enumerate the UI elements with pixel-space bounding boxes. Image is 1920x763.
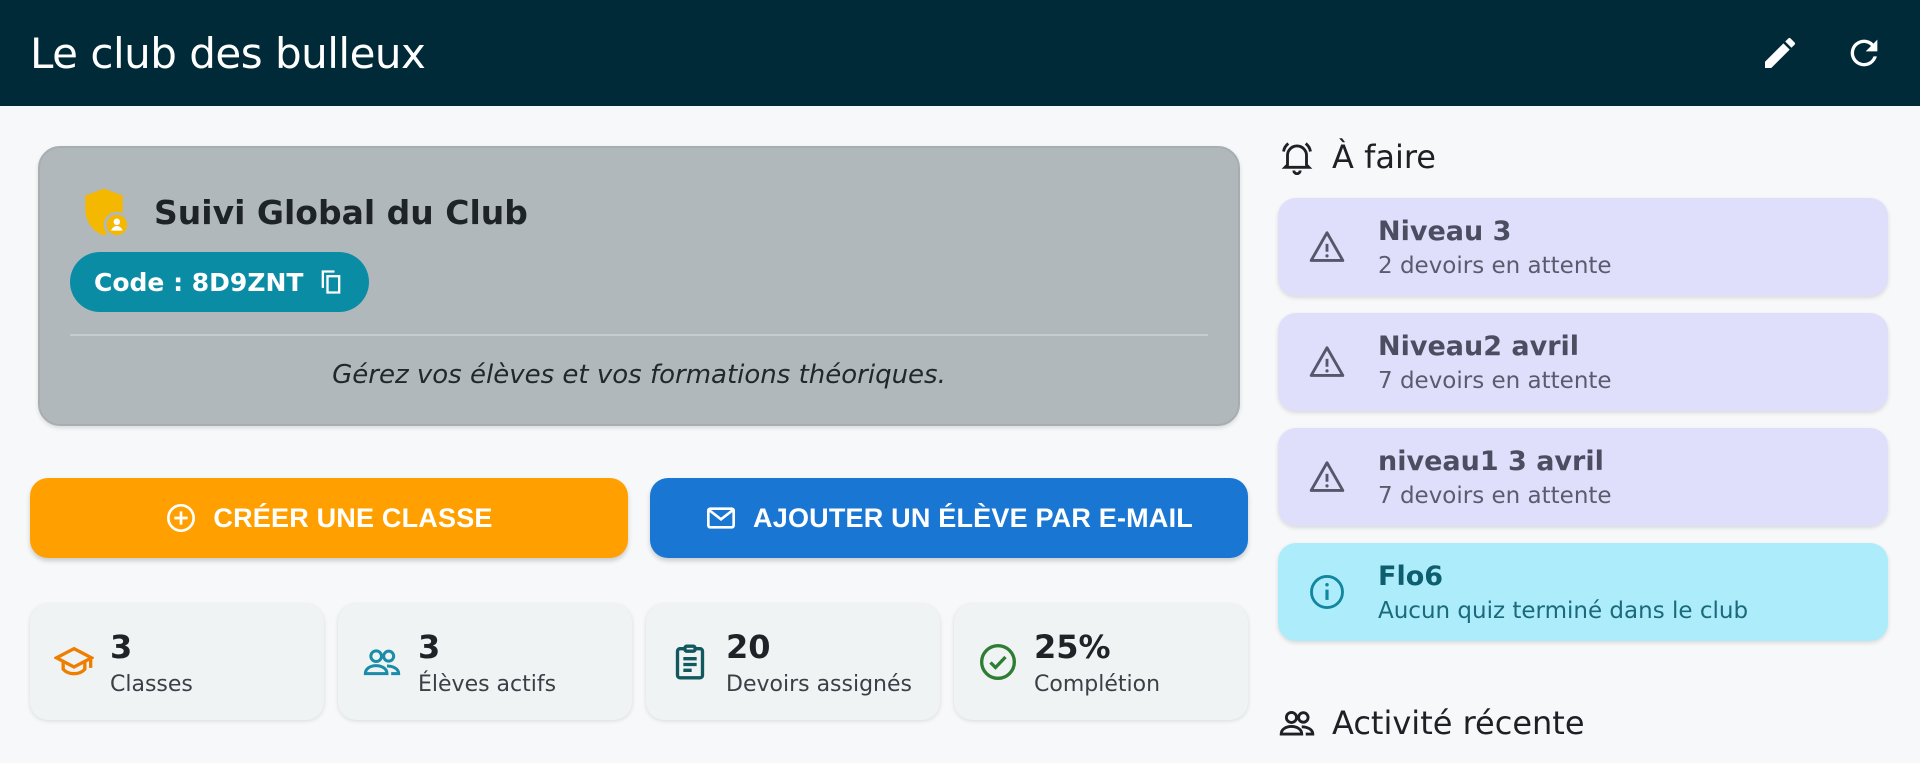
stat-value: 3 xyxy=(110,627,133,666)
stat-label: Devoirs assignés xyxy=(726,671,912,697)
app-bar-actions xyxy=(1760,33,1890,73)
todo-item-title: Flo6 xyxy=(1378,560,1444,592)
stat-label: Classes xyxy=(110,671,193,697)
add-student-label: AJOUTER UN ÉLÈVE PAR E-MAIL xyxy=(753,502,1193,533)
todo-section-header: À faire xyxy=(1278,138,1436,176)
todo-item-subtitle: 7 devoirs en attente xyxy=(1378,367,1612,394)
stat-label: Complétion xyxy=(1034,671,1161,697)
create-class-label: CRÉER UNE CLASSE xyxy=(213,502,493,533)
refresh-icon xyxy=(1850,39,1878,67)
todo-item-subtitle: 7 devoirs en attente xyxy=(1378,482,1612,509)
school-icon xyxy=(54,646,94,676)
stat-value: 25% xyxy=(1034,627,1111,666)
stat-active-students: 3 Élèves actifs xyxy=(338,604,632,720)
add-circle-icon xyxy=(167,504,196,532)
admin-shield-icon xyxy=(85,188,130,238)
clipboard-icon xyxy=(675,644,705,680)
todo-item-info[interactable]: Flo6 Aucun quiz terminé dans le club xyxy=(1278,543,1888,641)
todo-item-title: Niveau 3 xyxy=(1378,215,1512,247)
club-code-chip[interactable]: Code : 8D9ZNT xyxy=(70,252,370,312)
app-title: Le club des bulleux xyxy=(30,28,426,78)
stat-label: Élèves actifs xyxy=(418,671,557,697)
mail-icon xyxy=(707,507,736,529)
todo-item[interactable]: Niveau2 avril 7 devoirs en attente xyxy=(1278,313,1888,411)
todo-item[interactable]: niveau1 3 avril 7 devoirs en attente xyxy=(1278,428,1888,526)
info-icon xyxy=(1310,575,1344,609)
people-icon xyxy=(1279,710,1315,736)
refresh-button[interactable] xyxy=(1844,33,1884,73)
stat-assigned-homework: 20 Devoirs assignés xyxy=(646,604,940,720)
todo-item-title: Niveau2 avril xyxy=(1378,330,1580,362)
todo-item-subtitle: 2 devoirs en attente xyxy=(1378,252,1612,279)
copy-icon[interactable] xyxy=(317,268,345,296)
summary-divider xyxy=(70,334,1208,336)
summary-title: Suivi Global du Club xyxy=(154,192,528,232)
warning-icon xyxy=(1309,346,1345,377)
edit-button[interactable] xyxy=(1760,33,1800,73)
club-code-label: Code : 8D9ZNT xyxy=(94,267,304,297)
warning-icon xyxy=(1309,461,1345,492)
summary-subtitle: Gérez vos élèves et vos formations théor… xyxy=(332,360,946,390)
todo-item[interactable]: Niveau 3 2 devoirs en attente xyxy=(1278,198,1888,296)
check-circle-icon xyxy=(979,643,1017,681)
pencil-icon xyxy=(1765,37,1796,68)
summary-header: Suivi Global du Club xyxy=(76,184,528,240)
app-bar: Le club des bulleux xyxy=(0,0,1920,106)
stat-completion: 25% Complétion xyxy=(954,604,1248,720)
recent-activity-title: Activité récente xyxy=(1332,704,1585,742)
todo-item-title: niveau1 3 avril xyxy=(1378,445,1604,477)
recent-activity-header: Activité récente xyxy=(1278,704,1585,742)
stat-classes: 3 Classes xyxy=(30,604,324,720)
todo-item-subtitle: Aucun quiz terminé dans le club xyxy=(1378,597,1749,624)
warning-icon xyxy=(1309,231,1345,262)
add-student-button[interactable]: AJOUTER UN ÉLÈVE PAR E-MAIL xyxy=(650,478,1248,558)
todo-title: À faire xyxy=(1332,138,1436,176)
stat-value: 3 xyxy=(418,627,441,666)
people-icon xyxy=(363,649,401,676)
create-class-button[interactable]: CRÉER UNE CLASSE xyxy=(30,478,628,558)
stats-row: 3 Classes 3 Élèves actifs 20 Devoirs ass… xyxy=(30,604,1248,720)
club-summary-card: Suivi Global du Club Code : 8D9ZNT Gérez… xyxy=(38,146,1240,426)
stat-value: 20 xyxy=(726,627,771,666)
bell-alert-icon xyxy=(1281,142,1313,175)
